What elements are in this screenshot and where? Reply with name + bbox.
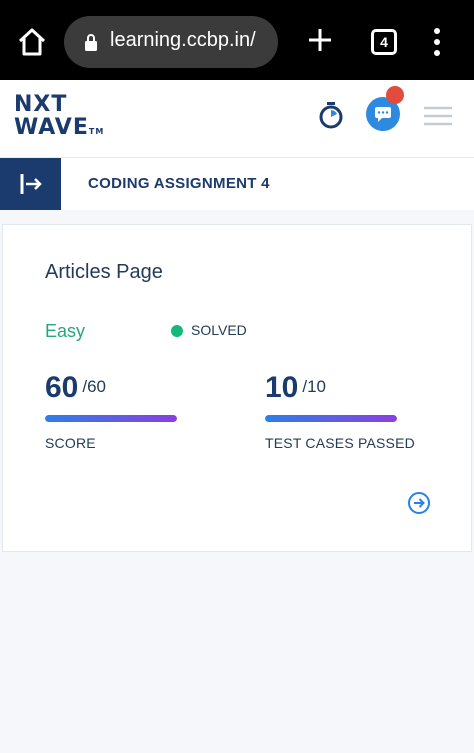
more-vertical-icon[interactable] [429,27,445,57]
logo-text-bottom: WAVETM [14,116,104,144]
arrow-right-circle-icon[interactable] [407,491,431,515]
score-total: /60 [82,377,107,396]
assignment-title: CODING ASSIGNMENT 4 [88,175,270,192]
app-header: NXT WAVETM [0,80,474,158]
browser-toolbar: learning.ccbp.in/ 4 [0,0,474,80]
stopwatch-icon[interactable] [318,100,344,130]
assignment-result-card: Articles Page Easy SOLVED 60/60 SCORE 10… [2,224,472,552]
test-cases-metric: 10/10 TEST CASES PASSED [265,371,415,451]
score-progress-track [45,415,177,422]
question-title[interactable]: Articles Page [45,261,163,284]
status-dot [171,325,183,337]
new-tab-plus-icon[interactable] [306,26,334,54]
difficulty-label: Easy [45,321,86,341]
test-cases-value: 10 [265,371,299,404]
test-cases-progress-fill [265,415,397,422]
address-bar[interactable]: learning.ccbp.in/ [64,16,278,68]
score-label: SCORE [45,435,96,451]
score-metric: 60/60 SCORE [45,371,177,451]
nxtwave-logo[interactable]: NXT WAVETM [14,94,104,144]
test-cases-label: TEST CASES PASSED [265,435,415,451]
sidebar-toggle-button[interactable] [0,158,61,210]
trademark-mark: TM [88,127,105,136]
notification-badge [386,86,404,104]
url-text: learning.ccbp.in/ [110,29,256,51]
test-cases-total: /10 [302,377,327,396]
logo-text-top: NXT [14,92,68,117]
home-icon[interactable] [16,26,48,58]
lock-icon [85,34,97,51]
assignment-bar: CODING ASSIGNMENT 4 [0,158,474,210]
score-progress-fill [45,415,177,422]
sidebar-expand-icon [20,174,42,194]
hamburger-menu-icon[interactable] [424,105,452,127]
logo-word: WAVE [14,115,89,140]
tab-count-button[interactable]: 4 [371,29,397,55]
score-value: 60 [45,371,79,404]
test-cases-progress-track [265,415,397,422]
status-text: SOLVED [191,322,247,338]
